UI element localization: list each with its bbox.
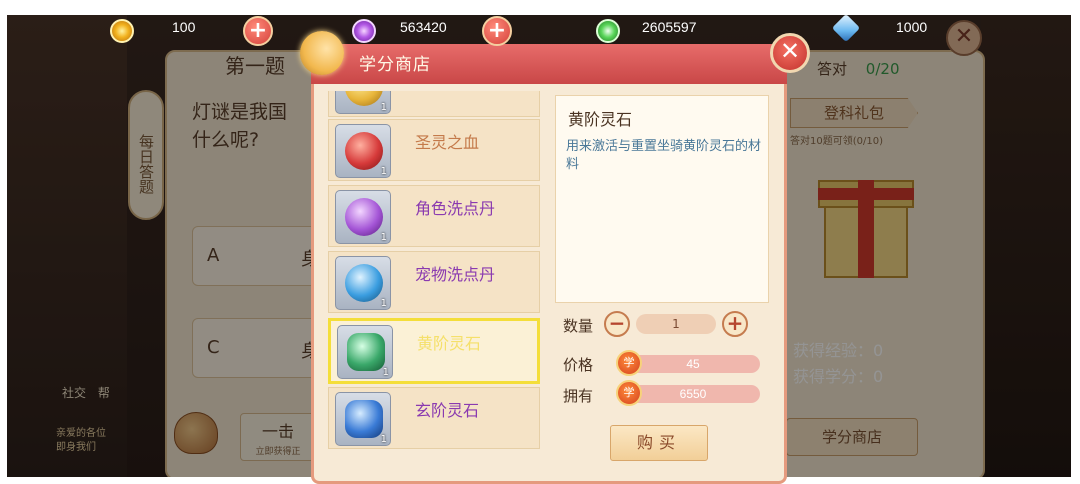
- left-side-panel: [7, 15, 127, 477]
- owned-label: 拥有: [563, 387, 594, 405]
- chat-line-1: 亲爱的各位: [56, 428, 106, 439]
- item-list[interactable]: 1 1 圣灵之血 1 角色洗点丹 1 宠物洗点丹 1 黄阶灵石 1 玄阶灵石: [328, 91, 543, 473]
- item-thumbnail: 1: [335, 392, 391, 446]
- option-c-label: C: [207, 337, 220, 358]
- item-name: 圣灵之血: [415, 133, 480, 152]
- gold-coin-icon: [110, 19, 134, 43]
- decrease-quantity-button[interactable]: −: [604, 311, 630, 337]
- buy-button[interactable]: 购买: [610, 425, 708, 461]
- item-thumbnail: 1: [337, 325, 393, 379]
- gold-value: 100: [172, 19, 196, 35]
- quantity-value: 1: [636, 314, 716, 334]
- currency-bar: 100 + 563420 + 2605597 1000: [0, 13, 1080, 49]
- exp-gained-text: 获得经验：0: [793, 341, 884, 360]
- item-qty: 1: [380, 166, 387, 177]
- add-purple-button[interactable]: +: [482, 16, 512, 46]
- daily-quiz-tab[interactable]: 每日答题: [128, 90, 164, 220]
- one-click-label: 一击: [261, 422, 294, 441]
- chat-tabs[interactable]: 社交 帮: [62, 384, 110, 401]
- correct-counter: 答对 0/20: [817, 58, 899, 79]
- blood-potion-icon: [345, 132, 383, 170]
- question-text: 灯谜是我国 什么呢?: [192, 98, 322, 154]
- diamond-value: 1000: [896, 19, 928, 35]
- detail-item-desc: 用来激活与重置坐骑黄阶灵石的材料: [566, 139, 762, 172]
- right-side-panel: [981, 15, 1071, 477]
- gold-orb-icon: [345, 91, 383, 106]
- add-gold-button[interactable]: +: [243, 16, 273, 46]
- purple-pill-icon: [345, 198, 383, 236]
- item-thumbnail: 1: [335, 124, 391, 178]
- list-item[interactable]: 1 玄阶灵石: [328, 387, 540, 449]
- gift-package-button[interactable]: 登科礼包: [790, 98, 918, 128]
- item-detail-panel: 黄阶灵石 用来激活与重置坐骑黄阶灵石的材料: [555, 95, 769, 303]
- item-name: 玄阶灵石: [415, 401, 480, 420]
- credit-gained-text: 获得学分：0: [793, 367, 884, 386]
- price-label: 价格: [563, 356, 594, 374]
- purple-value: 563420: [400, 19, 447, 35]
- social-tab[interactable]: 社交: [62, 386, 86, 400]
- modal-title: 学分商店: [359, 55, 431, 75]
- item-thumbnail: 1: [335, 256, 391, 310]
- question-line-1: 灯谜是我国: [192, 101, 288, 123]
- correct-count: 0/20: [865, 60, 900, 78]
- green-stone-icon: [347, 333, 385, 371]
- option-a-label: A: [207, 245, 220, 266]
- price-value: 45: [626, 355, 760, 373]
- modal-header: 学分商店: [311, 44, 787, 84]
- list-item[interactable]: 1 圣灵之血: [328, 119, 540, 181]
- list-item-selected[interactable]: 1 黄阶灵石: [328, 318, 540, 384]
- gift-ribbon-horizontal: [818, 188, 914, 200]
- item-name: 角色洗点丹: [415, 199, 496, 218]
- gift-requirement-text: 答对10题可领(0/10): [790, 136, 883, 147]
- chat-line-2: 即身我们: [56, 442, 96, 453]
- increase-quantity-button[interactable]: +: [722, 311, 748, 337]
- purple-gem-icon: [352, 19, 376, 43]
- bag-icon[interactable]: [174, 412, 218, 454]
- guild-tab[interactable]: 帮: [98, 386, 110, 400]
- item-qty: 1: [382, 367, 389, 378]
- owned-value: 6550: [626, 385, 760, 403]
- item-qty: 1: [380, 102, 387, 113]
- question-title: 第一题: [225, 54, 285, 78]
- item-thumbnail: 1: [335, 190, 391, 244]
- item-name: 黄阶灵石: [417, 334, 482, 353]
- one-click-answer-button[interactable]: 一击 立即获得正: [240, 413, 316, 461]
- chat-messages: 亲爱的各位 即身我们: [56, 427, 106, 455]
- credit-shop-button-bg[interactable]: 学分商店: [786, 418, 918, 456]
- item-qty: 1: [380, 298, 387, 309]
- correct-label: 答对: [817, 60, 848, 78]
- credit-shop-modal: 学分商店 ✕ 1 1 圣灵之血 1 角色洗点丹 1 宠物洗点丹 1 黄阶灵石 1…: [300, 31, 810, 484]
- list-item[interactable]: 1: [328, 91, 540, 117]
- question-line-2: 什么呢?: [192, 129, 260, 151]
- list-item[interactable]: 1 角色洗点丹: [328, 185, 540, 247]
- list-item[interactable]: 1 宠物洗点丹: [328, 251, 540, 313]
- detail-item-name: 黄阶灵石: [568, 110, 633, 129]
- gift-box-icon[interactable]: [818, 180, 914, 280]
- credit-coin-icon: 学: [616, 350, 642, 376]
- item-qty: 1: [380, 232, 387, 243]
- diamond-icon: [831, 13, 861, 43]
- blue-stone-icon: [345, 400, 383, 438]
- item-thumbnail: 1: [335, 91, 391, 114]
- item-qty: 1: [380, 434, 387, 445]
- credit-coin-icon: 学: [616, 380, 642, 406]
- one-click-sub: 立即获得正: [255, 447, 301, 457]
- quantity-label: 数量: [563, 317, 594, 335]
- green-jade-icon: [596, 19, 620, 43]
- green-value: 2605597: [642, 19, 697, 35]
- item-name: 宠物洗点丹: [415, 265, 496, 284]
- blue-pill-icon: [345, 264, 383, 302]
